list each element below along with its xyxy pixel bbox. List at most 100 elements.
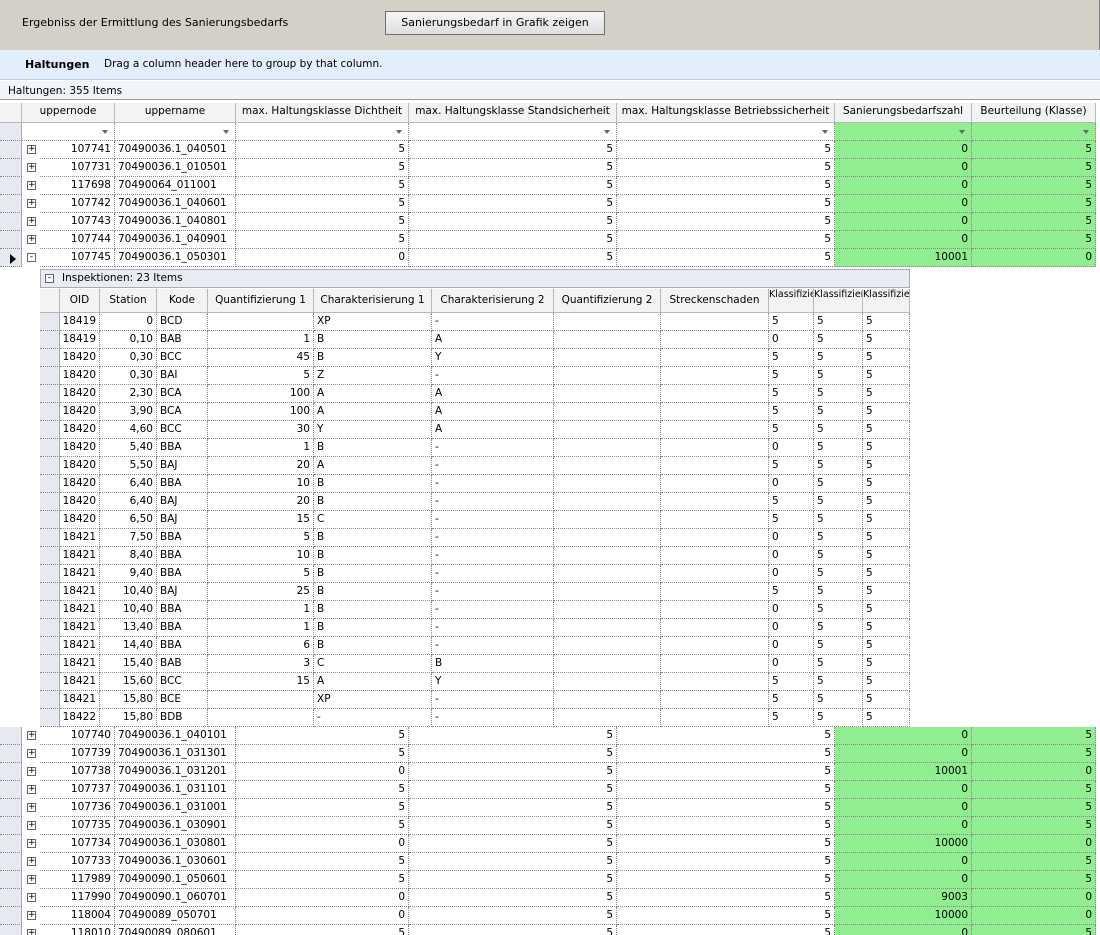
subgrid-cell[interactable]: BAJ [157, 493, 208, 511]
subgrid-cell[interactable]: 45 [208, 349, 314, 367]
subgrid-cell[interactable]: 5 [863, 457, 910, 475]
subgrid-cell[interactable]: 5 [863, 331, 910, 349]
grid-cell[interactable]: 70490036.1_031001 [115, 799, 236, 817]
grid-cell[interactable]: 107740 [40, 727, 115, 745]
grid-cell[interactable]: 5 [617, 177, 835, 195]
subgrid-cell[interactable]: 18420 [60, 421, 100, 439]
subgrid-cell[interactable]: BBA [157, 565, 208, 583]
subgrid-cell[interactable]: 5 [769, 457, 814, 475]
subgrid-cell[interactable]: 18421 [60, 655, 100, 673]
subgrid-cell[interactable]: 18421 [60, 619, 100, 637]
subgrid-cell[interactable] [661, 331, 769, 349]
subgrid-cell[interactable]: C [314, 655, 432, 673]
subgrid-row-selector[interactable] [40, 637, 60, 655]
subgrid-cell[interactable] [661, 619, 769, 637]
subgrid-cell[interactable]: XP [314, 691, 432, 709]
subgrid-cell[interactable]: BBA [157, 601, 208, 619]
subgrid-cell[interactable]: 18421 [60, 673, 100, 691]
row-selector[interactable] [0, 177, 22, 195]
subgrid-row-selector[interactable] [40, 601, 60, 619]
subgrid-cell[interactable]: 0 [769, 439, 814, 457]
subgrid-cell[interactable] [208, 709, 314, 727]
subgrid-cell[interactable]: 1 [208, 439, 314, 457]
subgrid-cell[interactable]: - [432, 709, 554, 727]
column-filter[interactable] [22, 123, 115, 141]
grid-cell[interactable]: 5 [617, 889, 835, 907]
subgrid-cell[interactable] [554, 583, 661, 601]
subgrid-cell[interactable]: 5 [814, 601, 863, 619]
grid-cell[interactable]: 0 [835, 727, 972, 745]
subgrid-row-selector[interactable] [40, 331, 60, 349]
subgrid-cell[interactable] [554, 367, 661, 385]
subgrid-cell[interactable]: 1 [208, 331, 314, 349]
subgrid-cell[interactable]: 5 [863, 691, 910, 709]
subgrid-cell[interactable]: 18419 [60, 313, 100, 331]
expand-icon[interactable]: + [27, 911, 36, 920]
grid-cell[interactable]: 70490036.1_040801 [115, 213, 236, 231]
row-selector[interactable] [0, 213, 22, 231]
subgrid-cell[interactable] [554, 403, 661, 421]
grid-cell[interactable]: 10001 [835, 249, 972, 267]
subgrid-cell[interactable]: - [432, 583, 554, 601]
subgrid-cell[interactable]: 5,40 [100, 439, 157, 457]
subgrid-cell[interactable]: 5 [208, 565, 314, 583]
subgrid-cell[interactable]: 0 [769, 529, 814, 547]
grid-cell[interactable]: 5 [972, 871, 1096, 889]
subgrid-cell[interactable]: A [314, 457, 432, 475]
grid-cell[interactable]: 0 [835, 141, 972, 159]
subgrid-cell[interactable] [661, 655, 769, 673]
grid-cell[interactable]: 5 [617, 925, 835, 935]
grid-cell[interactable]: 0 [835, 781, 972, 799]
subgrid-cell[interactable]: B [314, 439, 432, 457]
row-selector[interactable] [0, 853, 22, 871]
subgrid-cell[interactable] [554, 673, 661, 691]
subgrid-cell[interactable]: 0 [769, 565, 814, 583]
column-header[interactable]: max. Haltungsklasse Betriebssicherheit [617, 103, 835, 123]
subgrid-cell[interactable]: 5 [814, 313, 863, 331]
subgrid-cell[interactable] [554, 601, 661, 619]
subgrid-cell[interactable] [554, 655, 661, 673]
grid-cell[interactable]: 107739 [40, 745, 115, 763]
grid-cell[interactable]: 5 [972, 213, 1096, 231]
expand-icon[interactable]: + [27, 857, 36, 866]
subgrid-cell[interactable]: C [314, 511, 432, 529]
collapse-icon[interactable]: - [45, 274, 54, 283]
subgrid-cell[interactable]: 18420 [60, 511, 100, 529]
subgrid-cell[interactable] [661, 493, 769, 511]
grid-cell[interactable]: 107737 [40, 781, 115, 799]
column-filter[interactable] [409, 123, 617, 141]
grid-cell[interactable]: 5 [409, 889, 617, 907]
grid-cell[interactable]: 5 [972, 745, 1096, 763]
column-filter[interactable] [236, 123, 409, 141]
grid-cell[interactable]: 5 [236, 141, 409, 159]
subgrid-cell[interactable]: - [432, 511, 554, 529]
row-selector[interactable] [0, 231, 22, 249]
grid-cell[interactable]: 117698 [40, 177, 115, 195]
grid-cell[interactable]: 107741 [40, 141, 115, 159]
subgrid-cell[interactable]: 8,40 [100, 547, 157, 565]
subgrid-cell[interactable]: 3,90 [100, 403, 157, 421]
grid-cell[interactable]: 5 [236, 231, 409, 249]
subgrid-cell[interactable]: 6,40 [100, 475, 157, 493]
subgrid-cell[interactable]: 18421 [60, 565, 100, 583]
subgrid-row-selector[interactable] [40, 565, 60, 583]
column-filter[interactable] [115, 123, 236, 141]
grid-cell[interactable]: 5 [409, 817, 617, 835]
subgrid-cell[interactable]: 18421 [60, 583, 100, 601]
column-header[interactable]: Sanierungsbedarfszahl [835, 103, 972, 123]
subgrid-cell[interactable]: 5 [863, 547, 910, 565]
grid-cell[interactable]: 5 [409, 781, 617, 799]
subgrid-cell[interactable]: Y [432, 349, 554, 367]
subgrid-cell[interactable]: 5 [814, 421, 863, 439]
grid-cell[interactable]: 5 [617, 141, 835, 159]
grid-cell[interactable]: 5 [617, 907, 835, 925]
grid-cell[interactable]: 5 [409, 141, 617, 159]
grid-cell[interactable]: 5 [972, 925, 1096, 935]
subgrid-cell[interactable]: B [314, 547, 432, 565]
subgrid-column-header[interactable]: Klassifizierung [814, 289, 863, 313]
subgrid-cell[interactable]: 5 [863, 529, 910, 547]
subgrid-cell[interactable]: 20 [208, 493, 314, 511]
grid-cell[interactable]: 5 [617, 249, 835, 267]
grid-cell[interactable]: 5 [236, 781, 409, 799]
subgrid-cell[interactable]: BCC [157, 421, 208, 439]
